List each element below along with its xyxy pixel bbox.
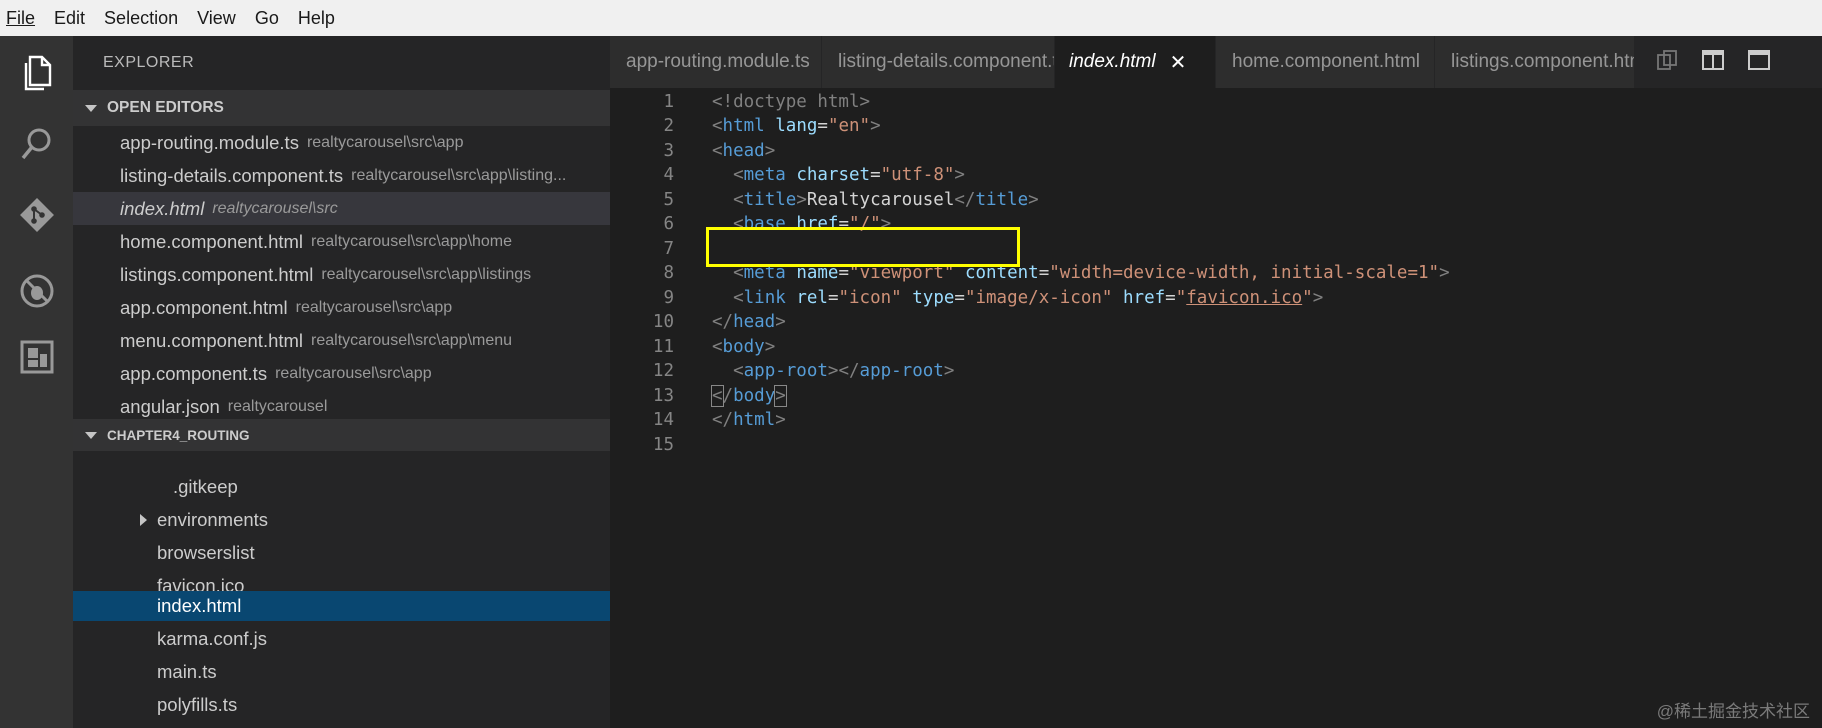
editor-tab-bar: app-routing.module.ts listing-details.co… (610, 36, 1822, 88)
code-editor[interactable]: 1 <!doctype html> 2 <html lang="en"> 3 <hea… (610, 88, 1822, 728)
tree-item[interactable]: browserslist (73, 537, 610, 569)
tree-item[interactable]: polyfills.ts (73, 689, 610, 721)
watermark: @稀土掘金技术社区 (1656, 702, 1810, 721)
menu-help[interactable]: Help (298, 8, 335, 29)
line-number: 15 (652, 434, 674, 455)
menu-bar: File Edit Selection View Go Help (0, 0, 1822, 36)
menu-view[interactable]: View (197, 8, 236, 29)
tab-home-component[interactable]: home.component.html (1216, 36, 1435, 88)
project-header[interactable]: CHAPTER4_ROUTING (73, 419, 610, 451)
extensions-icon[interactable] (18, 338, 56, 376)
menu-file[interactable]: File (6, 8, 35, 29)
close-icon[interactable]: ✕ (1170, 50, 1187, 75)
chevron-right-icon (140, 514, 147, 526)
chevron-down-icon (85, 104, 97, 112)
menu-edit[interactable]: Edit (54, 8, 85, 29)
open-editor-item[interactable]: home.component.html realtycarousel\src\ap… (73, 225, 610, 258)
split-editor-icon[interactable] (1701, 48, 1725, 77)
tab-listing-details[interactable]: listing-details.component.ts (822, 36, 1055, 88)
open-editor-item[interactable]: listing-details.component.ts realtycarous… (73, 159, 610, 192)
open-editor-item[interactable]: menu.component.html realtycarousel\src\ap… (73, 324, 610, 357)
tree-item[interactable]: main.ts (73, 656, 610, 688)
tree-folder-environments[interactable]: environments (73, 504, 610, 536)
open-editor-item[interactable]: listings.component.html realtycarousel\sr… (73, 258, 610, 291)
source-control-icon[interactable] (18, 196, 56, 234)
highlight-box (706, 227, 1020, 267)
chevron-down-icon (85, 431, 97, 439)
tab-app-routing[interactable]: app-routing.module.ts (610, 36, 822, 88)
tree-item[interactable]: karma.conf.js (73, 623, 610, 655)
more-actions-icon[interactable] (1747, 48, 1771, 77)
open-changes-icon[interactable] (1655, 48, 1679, 77)
tree-item[interactable]: .gitkeep (73, 471, 610, 503)
explorer-title: EXPLORER (103, 54, 195, 71)
open-editor-item[interactable]: app.component.html realtycarousel\src\app (73, 291, 610, 324)
search-icon[interactable] (18, 125, 56, 163)
activity-bar (0, 36, 73, 728)
tree-item-selected[interactable]: index.html (73, 591, 610, 621)
open-editor-item[interactable]: app-routing.module.ts realtycarousel\src\… (73, 126, 610, 159)
open-editor-item-active[interactable]: index.html realtycarousel\src (73, 192, 610, 225)
open-editors-header[interactable]: OPEN EDITORS (73, 90, 610, 126)
open-editor-item[interactable]: app.component.ts realtycarousel\src\app (73, 357, 610, 390)
tab-listings-component[interactable]: listings.component.html (1435, 36, 1635, 88)
menu-go[interactable]: Go (255, 8, 279, 29)
tab-index-html[interactable]: index.html ✕ (1055, 36, 1216, 88)
files-icon[interactable] (18, 54, 56, 92)
debug-icon[interactable] (18, 272, 56, 310)
menu-selection[interactable]: Selection (104, 8, 178, 29)
editor-actions (1635, 36, 1822, 88)
explorer-sidebar: EXPLORER OPEN EDITORS app-routing.module… (73, 36, 610, 728)
